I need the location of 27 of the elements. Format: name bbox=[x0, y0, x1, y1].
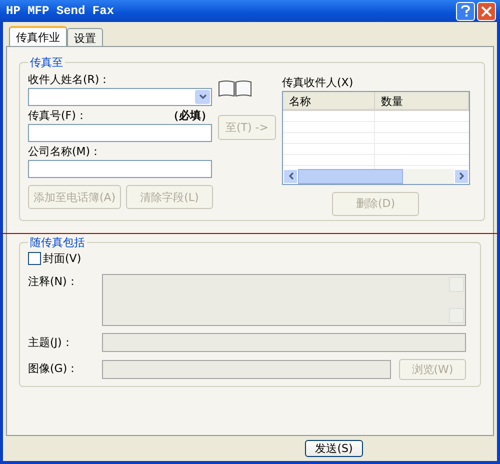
checkbox-label: 封面(V) bbox=[43, 251, 82, 266]
list-label: 传真收件人(X) bbox=[282, 76, 354, 89]
fax-number-field[interactable] bbox=[28, 124, 212, 142]
field-label: 公司名称(M)： bbox=[28, 145, 102, 158]
field-label: 主题(J)： bbox=[28, 336, 74, 349]
field-label: 图像(G)： bbox=[28, 362, 80, 375]
help-icon[interactable] bbox=[456, 2, 475, 20]
phonebook-icon[interactable] bbox=[218, 80, 252, 97]
dropdown-icon[interactable] bbox=[195, 90, 210, 104]
field-label: 传真号(F)： bbox=[28, 109, 87, 122]
scroll-left-icon[interactable] bbox=[288, 172, 294, 180]
recipient-list[interactable]: 名称 数量 bbox=[282, 91, 470, 185]
group-title: 随传真包括 bbox=[29, 235, 86, 250]
checkbox[interactable] bbox=[28, 252, 41, 265]
group-title: 传真至 bbox=[29, 55, 64, 70]
scroll-right-icon[interactable] bbox=[458, 172, 464, 180]
company-field[interactable] bbox=[28, 160, 212, 178]
field-label: 注释(N)： bbox=[28, 275, 79, 288]
tab[interactable]: 设置 bbox=[67, 28, 103, 46]
recipient-name-combobox[interactable] bbox=[28, 88, 212, 106]
tab[interactable]: 传真作业 bbox=[9, 26, 67, 46]
window-title: HP MFP Send Fax bbox=[6, 4, 116, 18]
send-button[interactable]: 发送(S) bbox=[305, 440, 363, 457]
field-label: 收件人姓名(R)： bbox=[28, 73, 112, 86]
horizontal-scrollbar[interactable] bbox=[283, 168, 469, 184]
close-icon[interactable] bbox=[477, 2, 496, 20]
required-note: （必填） bbox=[168, 109, 212, 122]
